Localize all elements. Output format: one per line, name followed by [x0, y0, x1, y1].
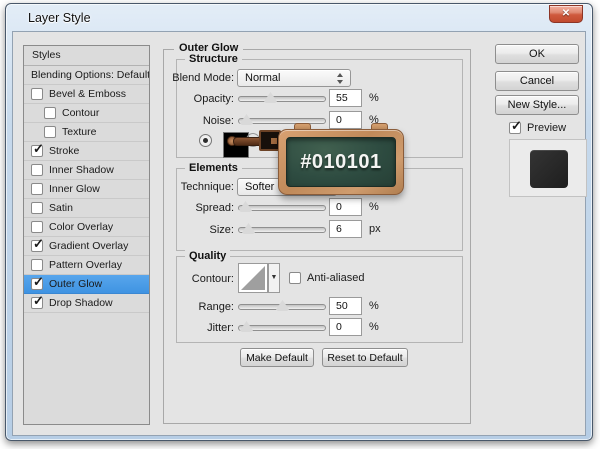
preview-label: Preview — [527, 121, 566, 136]
window-title: Layer Style — [28, 11, 91, 25]
range-input[interactable]: 50 — [329, 297, 362, 315]
preview-panel — [509, 139, 587, 197]
cancel-button[interactable]: Cancel — [495, 71, 579, 91]
styles-list: Styles Blending Options: Default Bevel &… — [23, 45, 150, 425]
sidebar-item-bevel-emboss[interactable]: Bevel & Emboss — [24, 85, 149, 104]
chevron-down-icon: ▼ — [271, 274, 278, 281]
texture-checkbox[interactable] — [44, 126, 56, 138]
outer-glow-checkbox[interactable]: ✓ — [31, 278, 43, 290]
jitter-label: Jitter: — [134, 319, 234, 337]
contour-checkbox[interactable] — [44, 107, 56, 119]
sidebar-item-color-overlay[interactable]: Color Overlay — [24, 218, 149, 237]
title-bar[interactable]: Layer Style ✕ — [6, 4, 592, 31]
close-icon: ✕ — [562, 8, 570, 19]
satin-checkbox[interactable] — [31, 202, 43, 214]
range-slider[interactable] — [238, 301, 326, 313]
antialiased-label: Anti-aliased — [307, 271, 364, 286]
color-tooltip: #010101 — [278, 129, 404, 195]
sidebar-item-pattern-overlay[interactable]: Pattern Overlay — [24, 256, 149, 275]
bevel-emboss-checkbox[interactable] — [31, 88, 43, 100]
sidebar-item-gradient-overlay[interactable]: ✓ Gradient Overlay — [24, 237, 149, 256]
panel-title: Outer Glow — [174, 42, 243, 54]
sidebar-item-contour[interactable]: Contour — [24, 104, 149, 123]
sidebar-item-blending-options[interactable]: Blending Options: Default — [24, 66, 149, 85]
preview-checkbox[interactable]: ✓ — [509, 122, 521, 134]
contour-dropdown-arrow[interactable]: ▼ — [268, 263, 280, 293]
jitter-slider[interactable] — [238, 322, 326, 334]
jitter-input[interactable]: 0 — [329, 318, 362, 336]
technique-label: Technique: — [134, 178, 234, 196]
reset-default-button[interactable]: Reset to Default — [322, 348, 408, 367]
dialog-content: Styles Blending Options: Default Bevel &… — [12, 31, 586, 436]
noise-label: Noise: — [134, 112, 234, 130]
glow-color-radio[interactable] — [199, 134, 212, 147]
size-slider[interactable] — [238, 224, 326, 236]
blend-mode-dropdown[interactable]: Normal — [237, 69, 351, 87]
layer-style-dialog: Layer Style ✕ Styles Blending Options: D… — [5, 3, 593, 441]
sidebar-item-stroke[interactable]: ✓ Stroke — [24, 142, 149, 161]
blend-mode-label: Blend Mode: — [134, 69, 234, 87]
tooltip-chalkboard: #010101 — [286, 137, 396, 187]
contour-label: Contour: — [134, 270, 234, 288]
drop-shadow-checkbox[interactable]: ✓ — [31, 297, 43, 309]
make-default-button[interactable]: Make Default — [240, 348, 314, 367]
spread-slider[interactable] — [238, 202, 326, 214]
stroke-checkbox[interactable]: ✓ — [31, 145, 43, 157]
sidebar-item-inner-glow[interactable]: Inner Glow — [24, 180, 149, 199]
opacity-slider[interactable] — [238, 93, 326, 105]
gradient-overlay-checkbox[interactable]: ✓ — [31, 240, 43, 252]
noise-slider[interactable] — [238, 115, 326, 127]
close-button[interactable]: ✕ — [549, 5, 583, 23]
contour-picker[interactable] — [238, 263, 268, 293]
opacity-label: Opacity: — [134, 90, 234, 108]
spread-label: Spread: — [134, 199, 234, 217]
sidebar-item-inner-shadow[interactable]: Inner Shadow — [24, 161, 149, 180]
inner-glow-checkbox[interactable] — [31, 183, 43, 195]
spread-input[interactable]: 0 — [329, 198, 362, 216]
noise-input[interactable]: 0 — [329, 111, 362, 129]
size-label: Size: — [134, 221, 234, 239]
styles-list-header: Styles — [24, 46, 149, 66]
range-label: Range: — [134, 298, 234, 316]
color-overlay-checkbox[interactable] — [31, 221, 43, 233]
sidebar-item-outer-glow[interactable]: ✓ Outer Glow — [24, 275, 149, 294]
pattern-overlay-checkbox[interactable] — [31, 259, 43, 271]
opacity-input[interactable]: 55 — [329, 89, 362, 107]
ok-button[interactable]: OK — [495, 44, 579, 64]
inner-shadow-checkbox[interactable] — [31, 164, 43, 176]
stepper-arrows-icon — [337, 73, 344, 84]
sidebar-item-satin[interactable]: Satin — [24, 199, 149, 218]
new-style-button[interactable]: New Style... — [495, 95, 579, 115]
antialiased-checkbox[interactable] — [289, 272, 301, 284]
size-input[interactable]: 6 — [329, 220, 362, 238]
preview-thumbnail — [530, 150, 568, 188]
sidebar-item-texture[interactable]: Texture — [24, 123, 149, 142]
tooltip-hex-value: #010101 — [300, 151, 381, 174]
sidebar-item-drop-shadow[interactable]: ✓ Drop Shadow — [24, 294, 149, 313]
